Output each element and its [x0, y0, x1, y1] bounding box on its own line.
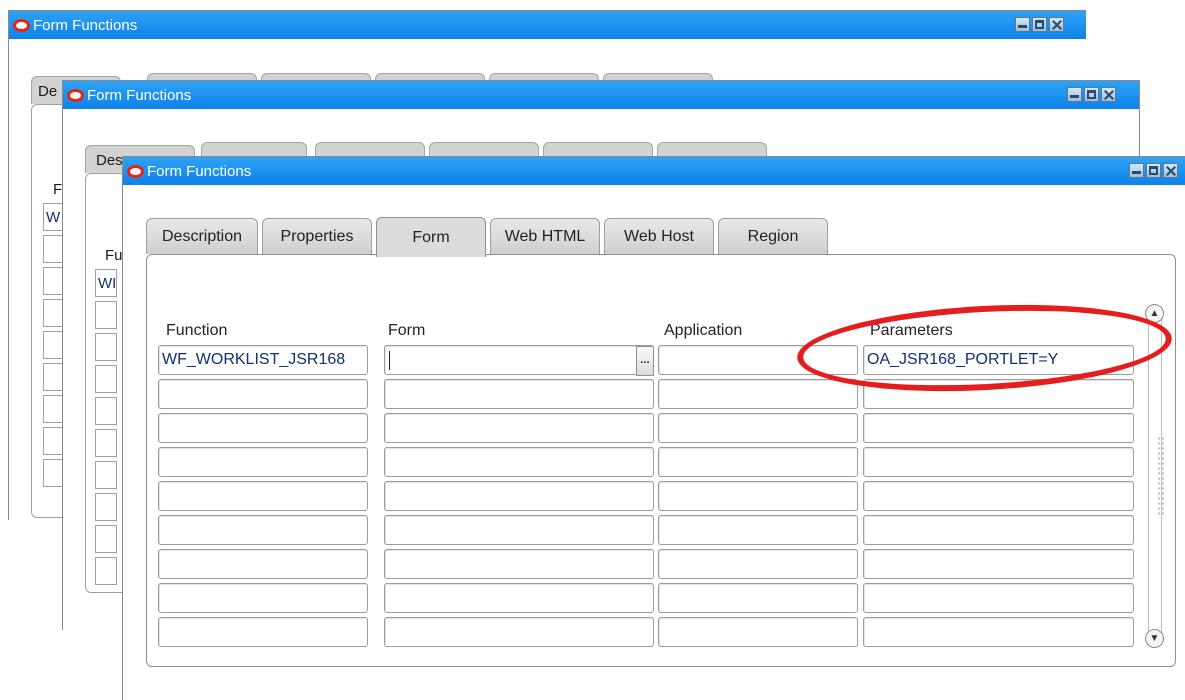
tab-properties[interactable]: Properties: [262, 218, 372, 254]
scroll-down-icon[interactable]: ▼: [1145, 629, 1164, 648]
parameters-field[interactable]: [863, 481, 1134, 511]
application-field[interactable]: [658, 481, 858, 511]
parameters-field[interactable]: [863, 583, 1134, 613]
titlebar[interactable]: Form Functions: [9, 11, 1086, 39]
parameters-field[interactable]: [863, 617, 1134, 647]
tab-web-host[interactable]: Web Host: [604, 218, 714, 254]
function-field[interactable]: [158, 549, 368, 579]
scrollbar-grip[interactable]: [1157, 436, 1165, 516]
field-cell[interactable]: [95, 365, 117, 393]
form-field[interactable]: [384, 549, 654, 579]
function-field[interactable]: WF_WORKLIST_JSR168: [158, 345, 368, 375]
field-cell[interactable]: [95, 525, 117, 553]
function-field[interactable]: [158, 447, 368, 477]
field-value: W: [46, 209, 61, 226]
application-field[interactable]: [658, 413, 858, 443]
window-title: Form Functions: [33, 16, 138, 34]
application-field[interactable]: [658, 583, 858, 613]
function-field[interactable]: [158, 481, 368, 511]
tab-region[interactable]: Region: [718, 218, 828, 254]
column-header-form: Form: [388, 322, 426, 339]
oracle-logo-icon: [13, 18, 30, 32]
parameters-field[interactable]: [863, 447, 1134, 477]
field-value: WI: [98, 275, 117, 292]
form-field[interactable]: [384, 345, 654, 375]
parameters-field[interactable]: [863, 413, 1134, 443]
maximize-icon[interactable]: [1084, 87, 1099, 102]
column-label: Fu: [105, 247, 123, 264]
tab-label: Form: [412, 228, 450, 246]
maximize-icon[interactable]: [1146, 163, 1161, 178]
field-cell[interactable]: [95, 493, 117, 521]
minimize-icon[interactable]: [1067, 87, 1082, 102]
titlebar[interactable]: Form Functions: [123, 157, 1185, 185]
tab-web-html[interactable]: Web HTML: [490, 218, 600, 254]
parameters-field[interactable]: [863, 515, 1134, 545]
close-icon[interactable]: [1163, 163, 1178, 178]
column-label: F: [53, 181, 63, 198]
form-field[interactable]: [384, 379, 654, 409]
minimize-icon[interactable]: [1129, 163, 1144, 178]
tab-label: Description: [161, 227, 243, 245]
parameters-field[interactable]: [863, 549, 1134, 579]
column-header-function: Function: [166, 322, 228, 339]
close-icon[interactable]: [1101, 87, 1116, 102]
function-field[interactable]: [158, 379, 368, 409]
form-field[interactable]: [384, 481, 654, 511]
field-cell[interactable]: [95, 333, 117, 361]
text-caret: [389, 351, 390, 370]
column-header-application: Application: [664, 322, 743, 339]
application-field[interactable]: [658, 447, 858, 477]
function-field[interactable]: [158, 583, 368, 613]
function-field[interactable]: [158, 515, 368, 545]
field-cell[interactable]: [95, 397, 117, 425]
form-field[interactable]: [384, 583, 654, 613]
function-field[interactable]: [158, 617, 368, 647]
form-lov-button[interactable]: ...: [636, 346, 654, 376]
close-icon[interactable]: [1049, 17, 1064, 32]
field-cell[interactable]: WI: [95, 269, 117, 297]
titlebar[interactable]: Form Functions: [63, 81, 1139, 109]
window-title: Form Functions: [147, 162, 252, 180]
tab-form[interactable]: Form: [376, 217, 486, 257]
form-field[interactable]: [384, 515, 654, 545]
tab-label: De: [38, 83, 58, 100]
application-field[interactable]: [658, 379, 858, 409]
application-field[interactable]: [658, 515, 858, 545]
tab-label: Region: [747, 227, 799, 245]
form-field[interactable]: [384, 617, 654, 647]
oracle-logo-icon: [67, 88, 84, 102]
tab-label: Web Host: [624, 227, 694, 245]
tab-label: Web HTML: [504, 227, 586, 245]
scrollbar-track[interactable]: [1148, 316, 1165, 638]
tab-label: Des: [96, 152, 123, 169]
field-cell[interactable]: [95, 557, 117, 585]
minimize-icon[interactable]: [1015, 17, 1030, 32]
window-title: Form Functions: [87, 86, 192, 104]
field-cell[interactable]: [95, 461, 117, 489]
form-field[interactable]: [384, 447, 654, 477]
application-field[interactable]: [658, 549, 858, 579]
oracle-logo-icon: [127, 164, 144, 178]
function-field[interactable]: [158, 413, 368, 443]
maximize-icon[interactable]: [1032, 17, 1047, 32]
form-field[interactable]: [384, 413, 654, 443]
field-cell[interactable]: [95, 301, 117, 329]
tab-description[interactable]: Description: [146, 218, 258, 254]
field-cell[interactable]: [95, 429, 117, 457]
tab-label: Properties: [280, 227, 354, 245]
application-field[interactable]: [658, 617, 858, 647]
